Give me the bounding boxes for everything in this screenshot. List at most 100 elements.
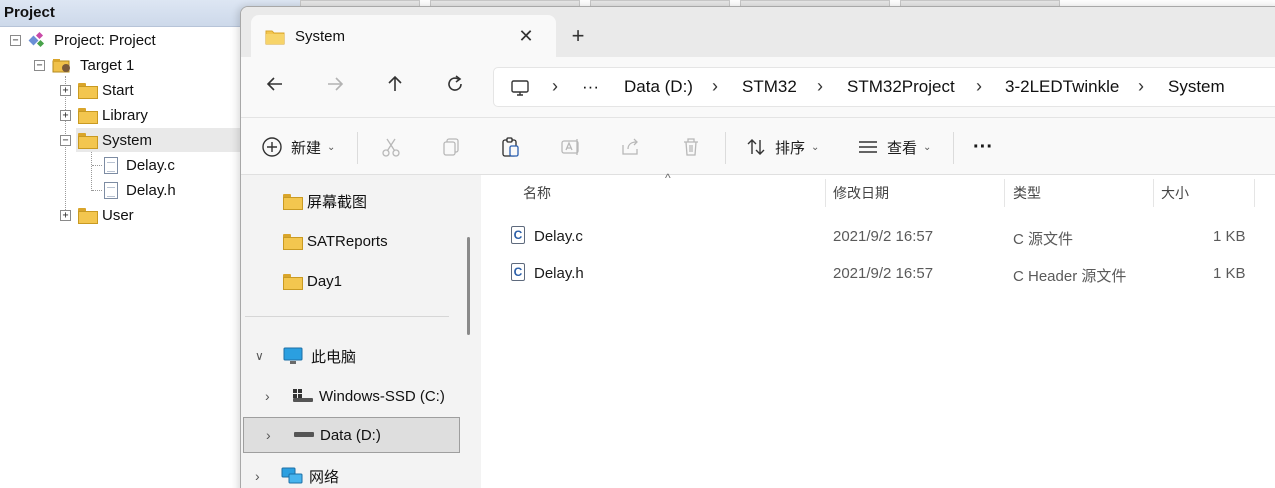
breadcrumb-stm32[interactable]: STM32 [742,77,797,97]
expand-toggle[interactable]: + [60,85,71,96]
column-divider[interactable] [1153,179,1154,207]
sort-button[interactable]: 排序 ⌄ [745,131,819,163]
divider [357,132,358,164]
nav-item-label: Windows-SSD (C:) [319,387,445,405]
nav-item-data-d[interactable]: › Data (D:) [243,417,460,453]
file-explorer-window: System ✕ + › ··· Data (D:) › STM32 › STM… [240,6,1275,488]
network-icon [281,467,303,484]
rename-icon[interactable] [559,136,583,160]
back-arrow-icon [266,77,282,91]
target-label: Target 1 [80,56,135,74]
file-row[interactable]: C Delay.h 2021/9/2 16:57 C Header 源文件 1 … [497,257,1275,291]
up-arrow-icon [388,75,402,91]
c-file-icon: C [511,226,525,244]
nav-item-network[interactable]: › 网络 [255,458,339,488]
delete-icon[interactable] [679,136,703,160]
column-header-size[interactable]: 大小 [1161,175,1189,211]
folder-icon [78,208,98,224]
column-header-label: 修改日期 [833,185,889,201]
system-drive-icon [293,389,313,402]
c-file-icon: C [511,263,525,281]
tree-file-delay-h[interactable]: Delay.h [104,178,176,202]
chevron-right-icon[interactable]: › [1138,76,1144,97]
tree-group-start[interactable]: Start [78,78,134,102]
nav-item-day1[interactable]: Day1 [283,263,342,299]
tree-group-library[interactable]: Library [78,103,148,127]
paste-icon[interactable] [499,136,523,160]
new-tab-button[interactable]: + [565,23,591,49]
forward-arrow-icon [328,77,344,91]
cut-icon[interactable] [379,136,403,160]
tree-line [92,165,102,166]
chevron-down-icon: ⌄ [327,141,336,153]
breadcrumb-stm32project[interactable]: STM32Project [847,77,955,97]
tree-group-user[interactable]: User [78,203,134,227]
folder-icon [283,274,303,290]
chevron-down-icon: ⌄ [923,141,932,153]
nav-item-this-pc[interactable]: ∨ 此电脑 [255,338,356,374]
breadcrumb-3-2ledtwinkle[interactable]: 3-2LEDTwinkle [1005,77,1119,97]
breadcrumb-system[interactable]: System [1168,77,1225,97]
nav-item-label: Day1 [307,272,343,290]
back-button[interactable] [259,71,291,103]
expand-toggle[interactable]: + [60,110,71,121]
up-button[interactable] [379,71,411,103]
breadcrumb-data-d[interactable]: Data (D:) [624,77,693,97]
column-header-modified[interactable]: 修改日期 [833,175,889,211]
folder-icon [78,83,98,99]
column-header-type[interactable]: 类型 [1013,175,1041,211]
file-name: Delay.c [534,228,583,245]
column-divider[interactable] [1004,179,1005,207]
expand-toggle[interactable]: + [60,210,71,221]
forward-button[interactable] [319,71,351,103]
file-label: Delay.h [126,181,176,199]
address-bar[interactable]: › ··· Data (D:) › STM32 › STM32Project ›… [493,67,1275,107]
nav-pane-scrollbar[interactable] [467,237,470,335]
file-row[interactable]: C Delay.c 2021/9/2 16:57 C 源文件 1 KB [497,220,1275,254]
group-label: Library [102,106,148,124]
collapse-toggle[interactable]: − [60,135,71,146]
open-folder-icon [78,133,98,149]
chevron-right-icon: › [552,76,558,96]
sort-icon [747,139,765,155]
tree-group-system[interactable]: System [76,128,246,152]
chevron-right-icon[interactable]: › [712,76,718,97]
share-icon[interactable] [619,136,643,160]
refresh-button[interactable] [439,71,471,103]
nav-item-label: Data (D:) [320,426,381,444]
column-header-name[interactable]: 名称 [523,175,551,211]
new-button[interactable]: 新建 ⌄ [261,131,335,163]
navigation-pane: 屏幕截图 SATReports Day1 ∨ 此电脑 › Windows-SSD… [241,175,466,488]
drive-icon [294,432,314,437]
project-label: Project: Project [54,31,156,49]
tree-item-target[interactable]: Target 1 [52,53,134,77]
column-divider[interactable] [1254,179,1255,207]
tree-file-delay-c[interactable]: Delay.c [104,153,175,177]
view-list-icon [859,141,877,153]
chevron-right-icon: › [266,427,271,443]
folder-icon [283,234,303,250]
nav-item-label: 网络 [309,468,340,486]
source-file-icon [104,156,118,174]
close-tab-icon[interactable]: ✕ [513,23,539,49]
column-divider[interactable] [825,179,826,207]
tab-system[interactable]: System ✕ [251,15,556,57]
collapse-toggle[interactable]: − [10,35,21,46]
nav-item-screenshots[interactable]: 屏幕截图 [283,183,367,219]
sort-ascending-icon: ^ [665,171,671,185]
copy-icon[interactable] [439,136,463,160]
more-options-button[interactable]: ··· [973,131,993,163]
file-list: 名称 ^ 修改日期 类型 大小 C Delay.c 2021/9/2 16:57… [481,171,1275,488]
view-button[interactable]: 查看 ⌄ [857,131,931,163]
nav-item-satreports[interactable]: SATReports [283,223,388,259]
collapse-toggle[interactable]: − [34,60,45,71]
breadcrumb-overflow[interactable]: ··· [582,77,599,97]
navigation-bar: › ··· Data (D:) › STM32 › STM32Project ›… [241,57,1275,117]
chevron-right-icon[interactable]: › [817,76,823,97]
divider [245,316,449,317]
file-size: 1 KB [1213,265,1246,282]
nav-item-windows-ssd[interactable]: › Windows-SSD (C:) [265,378,445,414]
chevron-right-icon[interactable]: › [976,76,982,97]
sort-label: 排序 [775,139,806,157]
tree-item-project[interactable]: Project: Project [28,28,156,52]
